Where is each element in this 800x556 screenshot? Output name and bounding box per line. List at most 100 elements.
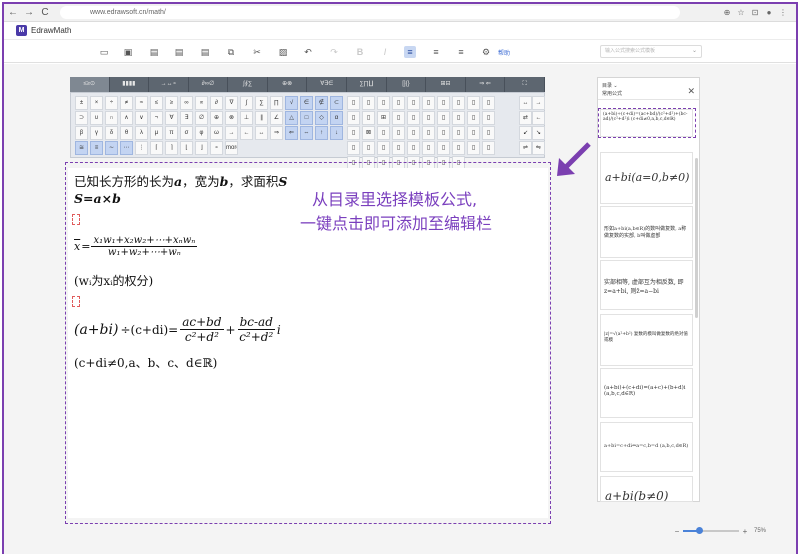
zoom-in-button[interactable]: +: [741, 527, 749, 536]
template-button[interactable]: ▯: [482, 141, 495, 155]
symbol-button[interactable]: ↔: [255, 126, 268, 140]
symbol-button[interactable]: ∀: [165, 111, 178, 125]
template-button[interactable]: ▯: [392, 111, 405, 125]
zoom-slider[interactable]: [683, 527, 739, 534]
template-button[interactable]: ▯: [422, 96, 435, 110]
symbol-button[interactable]: ↓: [330, 126, 343, 140]
export-icon[interactable]: ▤: [199, 46, 211, 58]
symbol-button[interactable]: ∩: [105, 111, 118, 125]
template-button[interactable]: ▯: [422, 141, 435, 155]
symbol-button[interactable]: ×: [90, 96, 103, 110]
template-button[interactable]: ▯: [347, 111, 360, 125]
settings-icon[interactable]: ⚙: [480, 46, 492, 58]
cut-icon[interactable]: ✂: [251, 46, 263, 58]
profile-icon[interactable]: ●: [764, 8, 774, 17]
palette-tab[interactable]: ∀∃∈: [307, 77, 348, 92]
template-button[interactable]: ▯: [437, 141, 450, 155]
arrow-button[interactable]: ⇋: [532, 141, 545, 155]
template-button[interactable]: ▯: [482, 111, 495, 125]
template-card[interactable]: (a+bi)+(c+di)=(a+c)+(b+d)i (a,b,c,d∈R): [600, 368, 693, 418]
zoom-out-button[interactable]: −: [673, 527, 681, 536]
symbol-button[interactable]: π: [165, 126, 178, 140]
redo-icon[interactable]: ↷: [328, 46, 340, 58]
symbol-button[interactable]: θ: [120, 126, 133, 140]
symbol-button[interactable]: ⇒: [270, 126, 283, 140]
italic-icon[interactable]: I: [379, 46, 391, 58]
bookmark-icon[interactable]: ☆: [736, 8, 746, 17]
template-button[interactable]: ▯: [347, 141, 360, 155]
symbol-button[interactable]: ∪: [90, 111, 103, 125]
symbol-button[interactable]: □: [300, 111, 313, 125]
template-button[interactable]: ▯: [407, 96, 420, 110]
close-icon[interactable]: ✕: [687, 86, 695, 97]
symbol-button[interactable]: ∝: [195, 96, 208, 110]
arrow-button[interactable]: ↙: [519, 126, 532, 140]
template-card[interactable]: 形如a+bi(a,b∈R)的数叫做复数, a称做复数的实部, b叫做虚部: [600, 206, 693, 258]
zoom-icon[interactable]: ⊕: [722, 8, 732, 17]
symbol-button[interactable]: ∫: [240, 96, 253, 110]
arrow-button[interactable]: ←: [532, 111, 545, 125]
chevron-down-icon[interactable]: ⌄: [692, 46, 697, 57]
template-card[interactable]: |z|=√(a²+b²) 复数的模叫做复数的绝对值或模: [600, 314, 693, 366]
template-card[interactable]: 实部相等, 虚部互为相反数, 即z=a+bi, 则z̄=a−bi: [600, 260, 693, 310]
save-as-icon[interactable]: ▤: [173, 46, 185, 58]
palette-tab[interactable]: ∑∏∐: [347, 77, 387, 92]
palette-tab[interactable]: ⊕⊗: [268, 77, 308, 92]
template-button[interactable]: ▯: [407, 111, 420, 125]
symbol-button[interactable]: ±: [75, 96, 88, 110]
symbol-button[interactable]: ∈: [300, 96, 313, 110]
template-button[interactable]: ▯: [437, 111, 450, 125]
undo-icon[interactable]: ↶: [302, 46, 314, 58]
template-button[interactable]: ▯: [482, 126, 495, 140]
arrow-button[interactable]: ↘: [532, 126, 545, 140]
bold-icon[interactable]: B: [354, 46, 366, 58]
menu-icon[interactable]: ⋮: [778, 8, 788, 17]
template-button[interactable]: ▯: [377, 141, 390, 155]
template-button[interactable]: ▯: [392, 126, 405, 140]
template-button[interactable]: ▯: [362, 111, 375, 125]
symbol-button[interactable]: δ: [105, 126, 118, 140]
template-button[interactable]: ⊠: [362, 126, 375, 140]
template-button[interactable]: ▯: [467, 111, 480, 125]
palette-tab[interactable]: ≤≥⊙: [70, 77, 110, 92]
palette-tab[interactable]: ⇒ ⇐: [466, 77, 506, 92]
align-left-icon[interactable]: ≡: [404, 46, 416, 58]
template-button[interactable]: ▯: [452, 141, 465, 155]
symbol-button[interactable]: △: [285, 111, 298, 125]
template-card[interactable]: a+bi=c+di⇔a=c,b=d (a,b,c,d∈R): [600, 422, 693, 472]
symbol-button[interactable]: ÷: [105, 96, 118, 110]
template-button[interactable]: ▯: [422, 111, 435, 125]
symbol-button[interactable]: ∘: [210, 141, 223, 155]
template-card[interactable]: a+bi(b≠0): [600, 476, 693, 502]
template-card[interactable]: a+bi(a=0,b≠0): [600, 152, 693, 204]
symbol-button[interactable]: ⊂: [330, 96, 343, 110]
symbol-button[interactable]: ≅: [75, 141, 88, 155]
symbol-button[interactable]: ∏: [270, 96, 283, 110]
symbol-button[interactable]: β: [75, 126, 88, 140]
extension-icon[interactable]: ⊡: [750, 8, 760, 17]
symbol-button[interactable]: ⊥: [240, 111, 253, 125]
template-button[interactable]: ▯: [377, 96, 390, 110]
symbol-button[interactable]: ≈: [135, 96, 148, 110]
symbol-button[interactable]: ∉: [315, 96, 328, 110]
address-bar[interactable]: www.edrawsoft.cn/math/: [60, 6, 680, 19]
symbol-button[interactable]: ⊃: [75, 111, 88, 125]
template-button[interactable]: ⊞: [377, 111, 390, 125]
template-button[interactable]: ▯: [392, 96, 405, 110]
template-button[interactable]: ▯: [347, 126, 360, 140]
save-icon[interactable]: ▤: [148, 46, 160, 58]
template-button[interactable]: ▯: [437, 96, 450, 110]
symbol-button[interactable]: ω: [210, 126, 223, 140]
symbol-button[interactable]: more: [225, 141, 238, 155]
symbol-button[interactable]: ⋮: [135, 141, 148, 155]
symbol-button[interactable]: ∼: [105, 141, 118, 155]
symbol-button[interactable]: ⇔: [300, 126, 313, 140]
open-file-icon[interactable]: ▭: [98, 46, 110, 58]
symbol-button[interactable]: ∥: [255, 111, 268, 125]
arrow-button[interactable]: →: [532, 96, 545, 110]
new-file-icon[interactable]: ▣: [122, 46, 134, 58]
symbol-button[interactable]: ⌉: [165, 141, 178, 155]
symbol-button[interactable]: ∠: [270, 111, 283, 125]
template-button[interactable]: ▯: [482, 96, 495, 110]
symbol-button[interactable]: ∨: [135, 111, 148, 125]
